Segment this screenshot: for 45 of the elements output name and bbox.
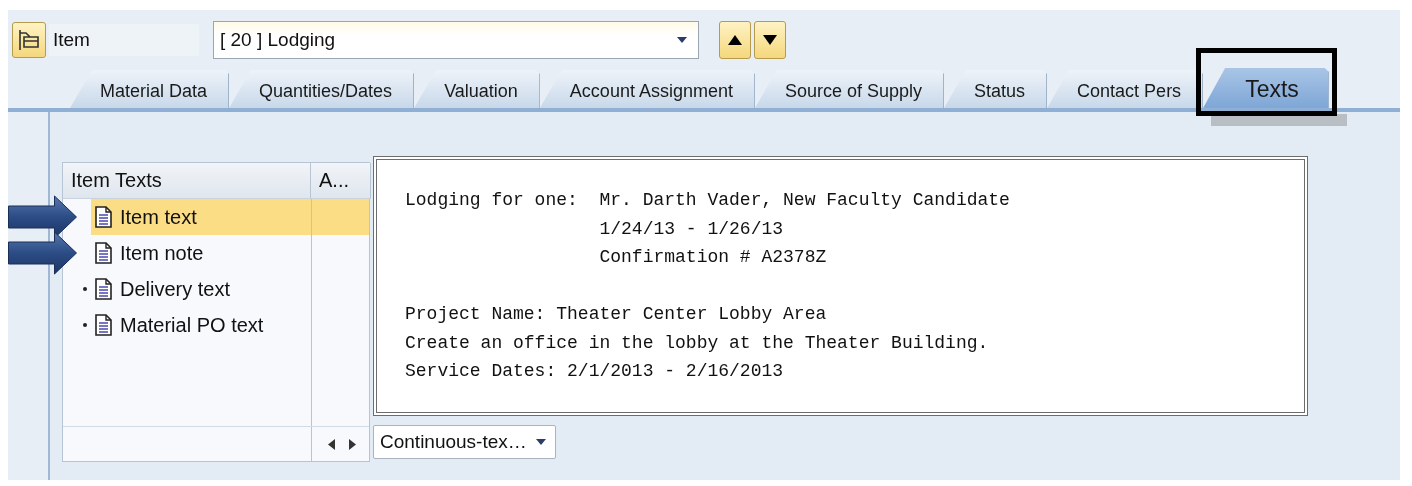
tab[interactable]: Material Data xyxy=(70,70,230,108)
text-line: Confirmation # A2378Z xyxy=(599,246,828,269)
tab[interactable]: Quantities/Dates xyxy=(229,70,415,108)
tab[interactable]: Source of Supply xyxy=(754,70,945,108)
column-header[interactable]: Item Texts xyxy=(63,163,311,199)
tab[interactable]: Texts xyxy=(1203,68,1329,108)
tree-item[interactable]: Material PO text xyxy=(91,307,369,343)
text-editor[interactable] xyxy=(373,156,1308,416)
item-label: Material PO text xyxy=(120,313,264,337)
item-label: Delivery text xyxy=(120,277,231,301)
caret-icon xyxy=(534,438,547,446)
caret-icon xyxy=(676,36,688,44)
tab[interactable]: Valuation xyxy=(414,70,540,108)
scroll-right-icon[interactable] xyxy=(348,438,356,450)
document-icon xyxy=(95,206,112,228)
text-line: Project Name: Theater Center Lobby Area xyxy=(405,303,828,326)
down-triangle-icon xyxy=(762,34,778,46)
text-label: Lodging for one: xyxy=(405,189,579,212)
document-icon xyxy=(95,278,112,300)
up-triangle-icon xyxy=(727,34,743,46)
table-icon xyxy=(18,29,40,51)
item-overview-button[interactable] xyxy=(12,22,46,58)
tab[interactable]: Contact Pers xyxy=(1047,70,1204,108)
text-line: 1/24/13 - 1/26/13 xyxy=(599,217,785,241)
document-icon xyxy=(95,314,112,336)
document-icon xyxy=(95,242,112,264)
tab[interactable]: Status xyxy=(944,70,1048,108)
dropdown-value: [ 20 ] Lodging xyxy=(220,29,336,51)
text-line: Mr. Darth Vader, New Faculty Candidate xyxy=(599,189,1011,212)
tree-item[interactable]: Item text xyxy=(91,199,369,235)
next-item-button[interactable] xyxy=(754,21,786,59)
text-line: Create an office in the lobby at the Theater Building. xyxy=(405,331,990,355)
item-dropdown[interactable]: [ 20 ] Lodging xyxy=(213,21,699,59)
previous-item-button[interactable] xyxy=(719,21,751,59)
scroll-left-icon[interactable] xyxy=(327,438,335,450)
column-header[interactable]: A... xyxy=(311,163,371,199)
tree-item[interactable]: Delivery text xyxy=(91,271,369,307)
tab[interactable]: Account Assignment xyxy=(539,70,755,108)
item-label: Item note xyxy=(120,241,204,265)
format-dropdown[interactable]: Continuous-tex… xyxy=(373,425,556,459)
item-label: Item text xyxy=(120,205,197,229)
item-label: Item xyxy=(49,24,199,56)
text-line: Service Dates: 2/1/2013 - 2/16/2013 xyxy=(405,360,785,383)
dropdown-value: Continuous-tex… xyxy=(380,431,527,453)
tree-item[interactable]: Item note xyxy=(91,235,369,271)
